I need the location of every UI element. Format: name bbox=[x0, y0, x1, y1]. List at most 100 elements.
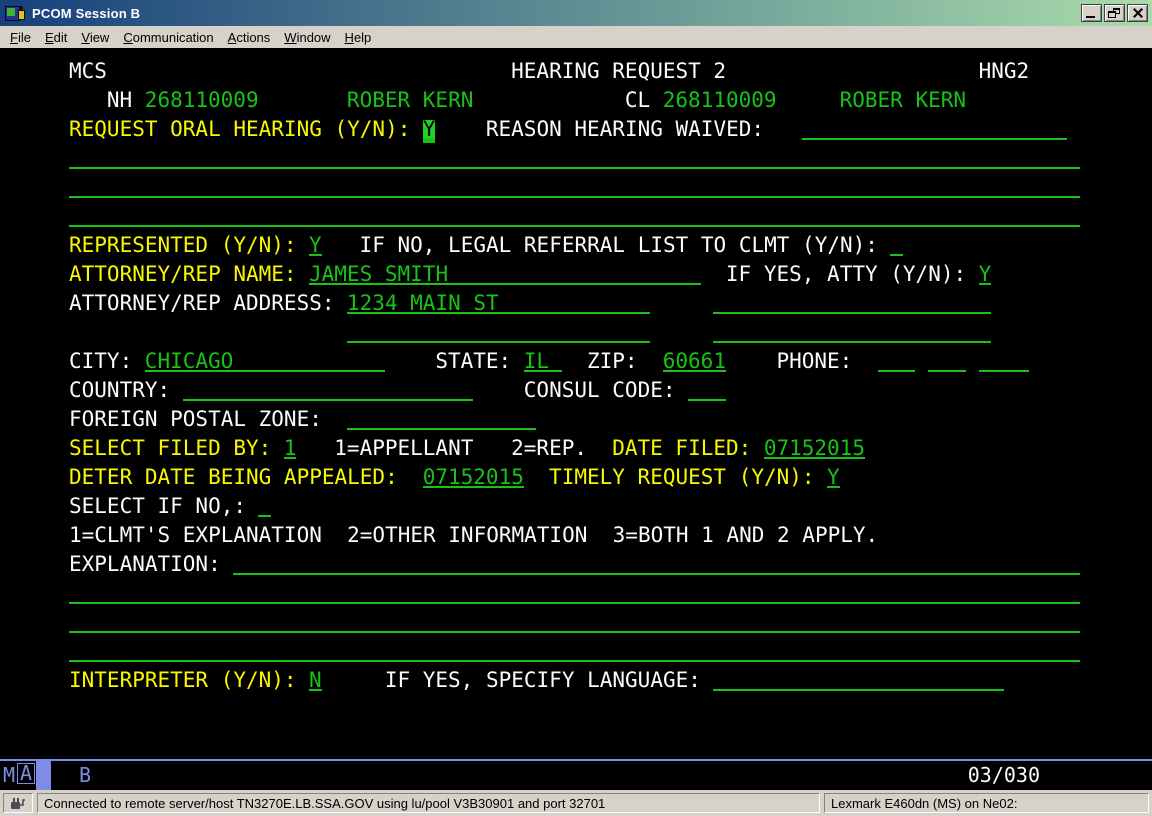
state-label: STATE: bbox=[435, 352, 511, 370]
oia-system-indicator: M bbox=[3, 765, 15, 785]
window-title: PCOM Session B bbox=[32, 6, 140, 21]
reason-hearing-waived-input[interactable] bbox=[802, 120, 1067, 140]
nh-number: 268110009 bbox=[145, 91, 259, 109]
minimize-icon bbox=[1086, 16, 1095, 18]
phone-area-input[interactable] bbox=[878, 352, 916, 372]
menu-help[interactable]: Help bbox=[338, 28, 379, 47]
address-line-2-input[interactable] bbox=[347, 323, 650, 343]
legal-referral-label: IF NO, LEGAL REFERRAL LIST TO CLMT (Y/N)… bbox=[360, 236, 878, 254]
oia-keyboard-indicator: A bbox=[17, 763, 35, 784]
select-if-no-label: SELECT IF NO,: bbox=[69, 497, 246, 515]
close-button[interactable] bbox=[1127, 4, 1148, 22]
status-bar: Connected to remote server/host TN3270E.… bbox=[0, 790, 1152, 816]
filed-by-option-2: 2=REP. bbox=[511, 439, 587, 457]
menu-bar: FileEditViewCommunicationActionsWindowHe… bbox=[0, 26, 1152, 48]
date-filed-label: DATE FILED: bbox=[612, 439, 751, 457]
oia-block-indicator bbox=[36, 761, 51, 790]
connection-status-text: Connected to remote server/host TN3270E.… bbox=[37, 793, 820, 813]
app-icon-screen bbox=[7, 8, 15, 16]
request-oral-hearing-input[interactable]: Y bbox=[423, 120, 436, 138]
menu-actions[interactable]: Actions bbox=[221, 28, 278, 47]
interpreter-input[interactable]: N bbox=[309, 671, 322, 691]
legal-referral-input[interactable] bbox=[890, 236, 903, 256]
menu-view[interactable]: View bbox=[74, 28, 116, 47]
reason-hearing-waived-line-2[interactable] bbox=[69, 149, 1080, 169]
address-line-1b-input[interactable] bbox=[713, 294, 991, 314]
explanation-line-2[interactable] bbox=[69, 584, 1080, 604]
specify-language-input[interactable] bbox=[713, 671, 1004, 691]
interpreter-label: INTERPRETER (Y/N): bbox=[69, 671, 297, 689]
timely-request-input[interactable]: Y bbox=[827, 468, 840, 488]
if-yes-atty-label: IF YES, ATTY (Y/N): bbox=[726, 265, 966, 283]
menu-access-key: F bbox=[10, 30, 18, 45]
restore-icon-front bbox=[1108, 11, 1116, 18]
connection-status-icon bbox=[10, 796, 26, 811]
specify-language-label: IF YES, SPECIFY LANGUAGE: bbox=[385, 671, 701, 689]
menu-file[interactable]: File bbox=[3, 28, 38, 47]
nh-name: ROBER KERN bbox=[347, 91, 473, 109]
explanation-options: 1=CLMT'S EXPLANATION 2=OTHER INFORMATION… bbox=[69, 526, 878, 544]
printer-status-text: Lexmark E460dn (MS) on Ne02: bbox=[824, 793, 1149, 813]
represented-label: REPRESENTED (Y/N): bbox=[69, 236, 297, 254]
menu-access-key: C bbox=[123, 30, 132, 45]
country-input[interactable] bbox=[183, 381, 474, 401]
title-bar: PCOM Session B bbox=[0, 0, 1152, 26]
select-filed-by-label: SELECT FILED BY: bbox=[69, 439, 271, 457]
attorney-rep-name-input[interactable]: JAMES SMITH bbox=[309, 265, 701, 285]
nh-label: NH bbox=[107, 91, 132, 109]
explanation-line-4[interactable] bbox=[69, 642, 1080, 662]
deter-date-label: DETER DATE BEING APPEALED: bbox=[69, 468, 398, 486]
menu-access-key: V bbox=[81, 30, 89, 45]
menu-window[interactable]: Window bbox=[277, 28, 337, 47]
cl-name: ROBER KERN bbox=[840, 91, 966, 109]
foreign-postal-zone-input[interactable] bbox=[347, 410, 536, 430]
phone-prefix-input[interactable] bbox=[928, 352, 966, 372]
consul-code-label: CONSUL CODE: bbox=[524, 381, 676, 399]
menu-access-key: A bbox=[228, 30, 237, 45]
window-controls bbox=[1079, 4, 1148, 22]
consul-code-input[interactable] bbox=[688, 381, 726, 401]
filed-by-option-1: 1=APPELLANT bbox=[334, 439, 473, 457]
zip-input[interactable]: 60661 bbox=[663, 352, 726, 372]
city-label: CITY: bbox=[69, 352, 132, 370]
pcomm-window: { "window": { "title": "PCOM Session B" … bbox=[0, 0, 1152, 816]
reason-hearing-waived-label: REASON HEARING WAIVED: bbox=[486, 120, 764, 138]
cl-number: 268110009 bbox=[663, 91, 777, 109]
menu-access-key: W bbox=[284, 30, 296, 45]
screen-title: HEARING REQUEST 2 bbox=[511, 62, 726, 80]
deter-date-input[interactable]: 07152015 bbox=[423, 468, 524, 488]
explanation-input[interactable] bbox=[233, 555, 1079, 575]
select-if-no-input[interactable] bbox=[258, 497, 271, 517]
represented-input[interactable]: Y bbox=[309, 236, 322, 256]
city-input[interactable]: CHICAGO bbox=[145, 352, 385, 372]
address-line-2b-input[interactable] bbox=[713, 323, 991, 343]
state-input[interactable]: IL bbox=[524, 352, 562, 372]
attorney-rep-name-label: ATTORNEY/REP NAME: bbox=[69, 265, 297, 283]
filed-by-input[interactable]: 1 bbox=[284, 439, 297, 459]
screen-id-label: MCS bbox=[69, 62, 107, 80]
terminal-screen[interactable]: MCS HEARING REQUEST 2 HNG2 NH 268110009 ROBER… bbox=[0, 48, 1152, 759]
phone-line-input[interactable] bbox=[979, 352, 1030, 372]
reason-hearing-waived-line-3[interactable] bbox=[69, 178, 1080, 198]
menu-access-key: H bbox=[345, 30, 354, 45]
menu-edit[interactable]: Edit bbox=[38, 28, 74, 47]
menu-communication[interactable]: Communication bbox=[116, 28, 220, 47]
attorney-rep-address-label: ATTORNEY/REP ADDRESS: bbox=[69, 294, 335, 312]
oia-session-id: B bbox=[79, 765, 91, 785]
connection-icon-pane bbox=[3, 793, 33, 813]
address-line-1-input[interactable]: 1234 MAIN ST bbox=[347, 294, 650, 314]
oia-cursor-position: 03/030 bbox=[968, 765, 1040, 785]
app-icon-person-body bbox=[18, 10, 25, 20]
explanation-line-3[interactable] bbox=[69, 613, 1080, 633]
restore-button[interactable] bbox=[1104, 4, 1125, 22]
app-icon[interactable] bbox=[5, 5, 25, 22]
zip-label: ZIP: bbox=[587, 352, 638, 370]
screen-mnemonic: HNG2 bbox=[979, 62, 1030, 80]
oia-status-row: M A B 03/030 bbox=[0, 761, 1152, 790]
country-label: COUNTRY: bbox=[69, 381, 170, 399]
atty-input[interactable]: Y bbox=[979, 265, 992, 285]
date-filed-input[interactable]: 07152015 bbox=[764, 439, 865, 459]
minimize-button[interactable] bbox=[1081, 4, 1102, 22]
reason-hearing-waived-line-4[interactable] bbox=[69, 207, 1080, 227]
menu-access-key: E bbox=[45, 30, 54, 45]
